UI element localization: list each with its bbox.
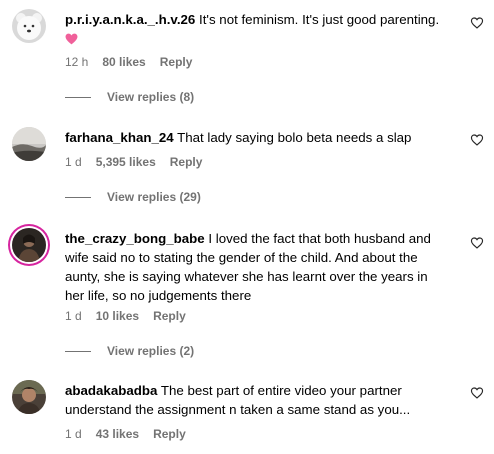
reply-button[interactable]: Reply [160,55,193,69]
comment-meta: 1 d 10 likes Reply [65,309,186,323]
like-heart-icon[interactable] [470,386,484,400]
comment-username[interactable]: p.r.i.y.a.n.k.a._.h.v.26 [65,12,195,27]
comment-time: 12 h [65,55,89,69]
comment-body: the_crazy_bong_babe I loved the fact tha… [65,229,447,305]
person-photo-avatar[interactable] [12,380,46,414]
comment-text: That lady saying bolo beta needs a slap [177,130,412,145]
comment-likes[interactable]: 80 likes [102,55,145,69]
reply-button[interactable]: Reply [153,309,186,323]
comment-body: abadakabadba The best part of entire vid… [65,381,447,419]
view-replies-button[interactable]: View replies (2) [65,344,194,358]
view-replies-label: View replies (29) [107,190,201,204]
comment-meta: 1 d 43 likes Reply [65,427,186,441]
comment-time: 1 d [65,155,82,169]
comment-text: It's not feminism. It's just good parent… [199,12,440,27]
comment-body: p.r.i.y.a.n.k.a._.h.v.26 It's not femini… [65,10,447,48]
comment-likes[interactable]: 43 likes [96,427,139,441]
like-heart-icon[interactable] [470,133,484,147]
reply-button[interactable]: Reply [170,155,203,169]
divider-line [65,96,91,98]
teddy-bear-avatar[interactable] [12,9,46,43]
comment-likes[interactable]: 5,395 likes [96,155,156,169]
view-replies-label: View replies (8) [107,90,195,104]
view-replies-button[interactable]: View replies (8) [65,90,194,104]
comment-time: 1 d [65,309,82,323]
reply-button[interactable]: Reply [153,427,186,441]
comment-time: 1 d [65,427,82,441]
view-replies-button[interactable]: View replies (29) [65,190,201,204]
divider-line [65,196,91,198]
comment-username[interactable]: farhana_khan_24 [65,130,174,145]
view-replies-label: View replies (2) [107,344,195,358]
comment-body: farhana_khan_24 That lady saying bolo be… [65,128,447,147]
pink-heart-icon [65,34,78,45]
comment-username[interactable]: the_crazy_bong_babe [65,231,205,246]
story-avatar[interactable] [12,228,46,262]
like-heart-icon[interactable] [470,236,484,250]
comment-meta: 12 h 80 likes Reply [65,55,192,69]
comment-likes[interactable]: 10 likes [96,309,139,323]
divider-line [65,350,91,352]
landscape-avatar[interactable] [12,127,46,161]
comment-meta: 1 d 5,395 likes Reply [65,155,202,169]
like-heart-icon[interactable] [470,16,484,30]
comment-username[interactable]: abadakabadba [65,383,157,398]
